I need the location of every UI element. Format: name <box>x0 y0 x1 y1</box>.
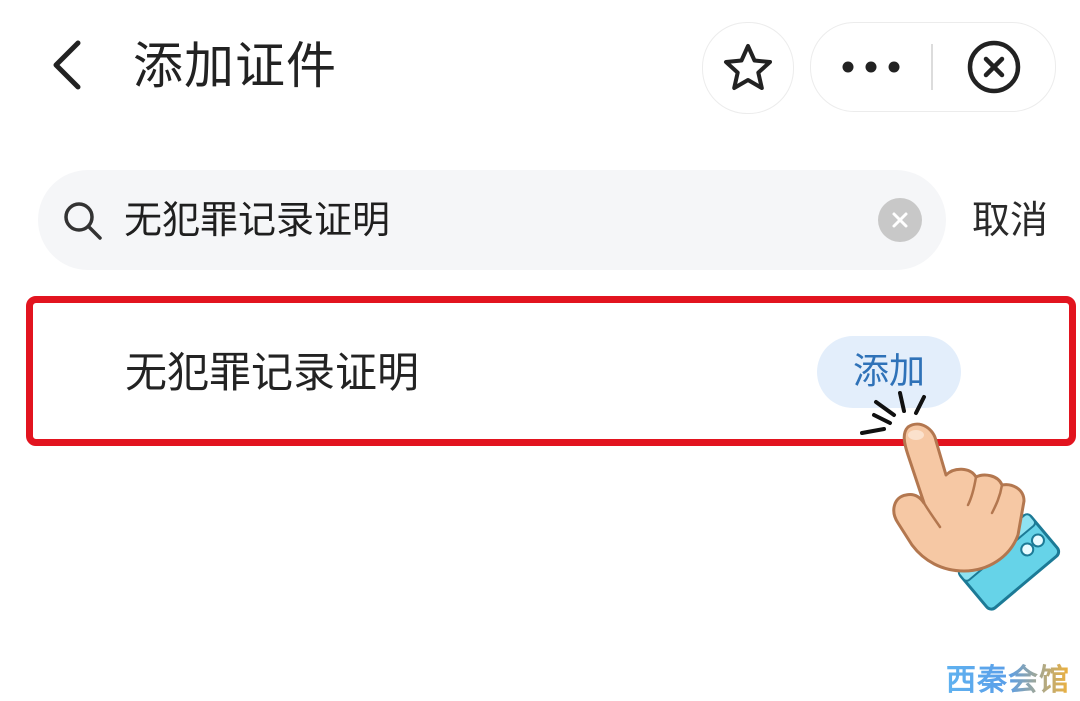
add-button[interactable]: 添加 <box>817 336 961 408</box>
more-button[interactable] <box>811 23 931 111</box>
search-result-item: 无犯罪记录证明 添加 <box>26 296 1076 446</box>
star-icon <box>724 44 772 90</box>
close-button[interactable] <box>933 23 1055 111</box>
clear-icon <box>892 212 908 228</box>
search-input[interactable]: 无犯罪记录证明 <box>38 170 946 270</box>
chevron-left-icon <box>53 40 81 90</box>
cancel-button[interactable]: 取消 <box>972 190 1048 250</box>
page-title: 添加证件 <box>133 37 337 95</box>
watermark-logo: 西秦会馆 <box>946 663 1070 697</box>
more-dots-icon <box>842 61 900 73</box>
svg-text:西秦会馆: 西秦会馆 <box>946 663 1070 697</box>
close-circle-icon <box>967 40 1021 94</box>
result-label: 无犯罪记录证明 <box>125 348 420 397</box>
search-icon <box>64 202 102 240</box>
search-value: 无犯罪记录证明 <box>124 198 391 242</box>
back-button[interactable] <box>38 30 94 100</box>
mini-program-capsule <box>810 22 1056 112</box>
favorite-button[interactable] <box>702 22 794 114</box>
clear-search-button[interactable] <box>878 198 922 242</box>
